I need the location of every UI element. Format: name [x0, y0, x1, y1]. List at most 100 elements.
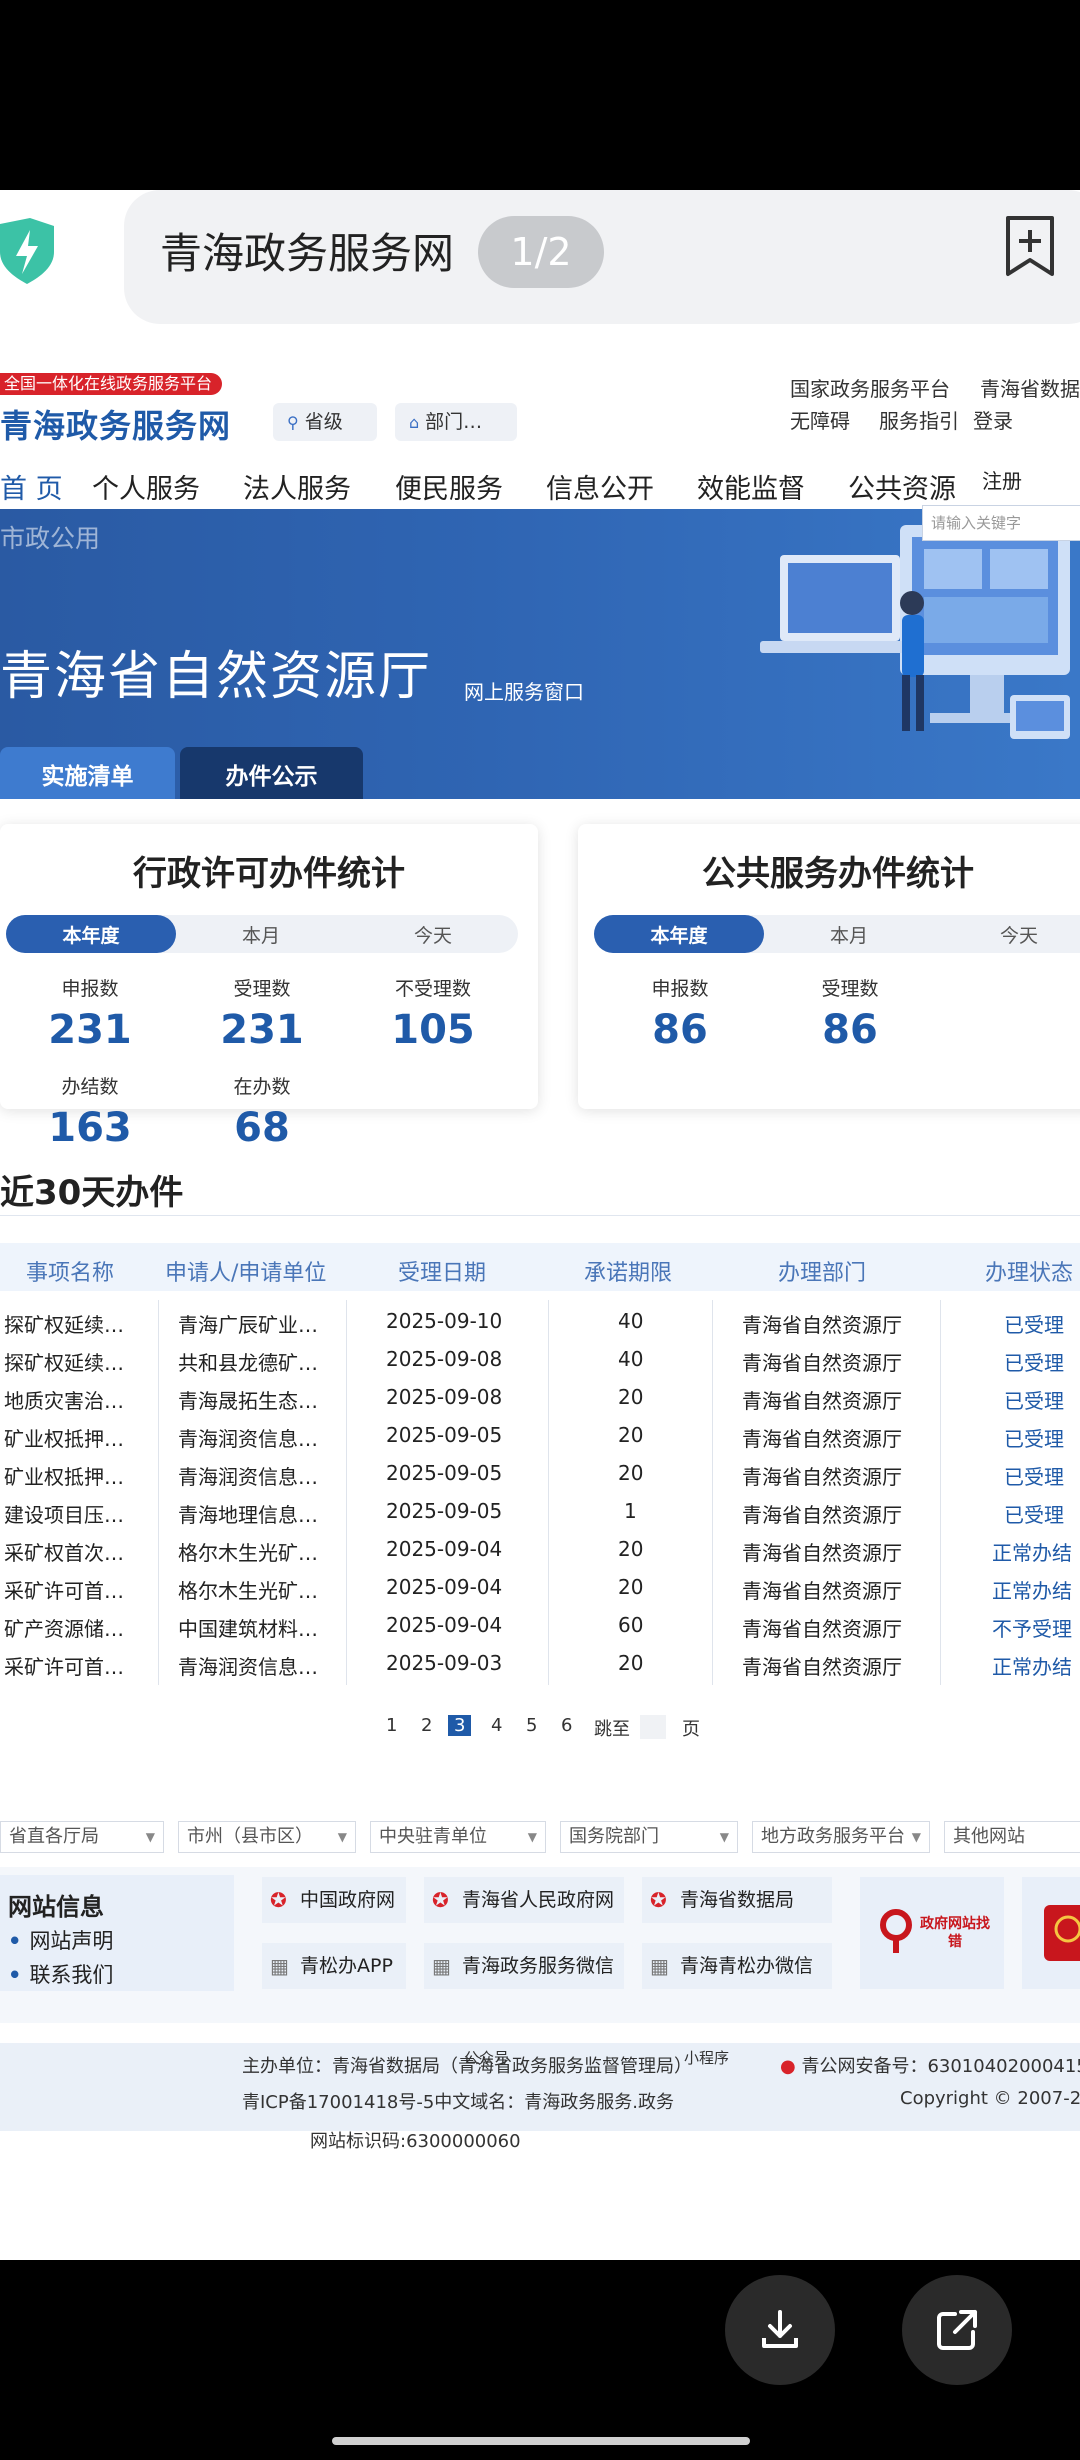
select-other-sites[interactable]: 其他网站	[944, 1821, 1080, 1853]
tab-today[interactable]: 今天	[934, 915, 1080, 953]
police-record: ● 青公网安备号：63010402000415	[780, 2056, 1080, 2077]
link-qingsong-app[interactable]: ▦ 青松办APP	[262, 1943, 406, 1989]
link-qinghai-gov[interactable]: ✪ 青海省人民政府网	[424, 1877, 624, 1923]
banner-title: 青海省自然资源厅	[0, 647, 433, 707]
tab-this-year[interactable]: 本年度	[594, 915, 764, 953]
status-link[interactable]: 正常办结	[992, 1537, 1072, 1566]
nav-register[interactable]: 注册	[982, 465, 1022, 494]
table-row[interactable]: 建设项目压… 青海地理信息… 2025-09-05 1 青海省自然资源厅 已受理	[0, 1491, 1080, 1529]
share-external-icon	[937, 2310, 977, 2350]
hero-banner: 市政公用 青海省自然资源厅 网上服务窗口 实施清单 办件公示	[0, 509, 1080, 799]
table-row[interactable]: 地质灾害治… 青海晟拓生态… 2025-09-08 20 青海省自然资源厅 已受…	[0, 1377, 1080, 1415]
home-indicator[interactable]	[332, 2437, 750, 2445]
select-local-platforms[interactable]: 地方政务服务平台 ▼	[752, 1821, 930, 1853]
stat-rejected: 不受理数 105	[391, 978, 475, 1053]
table-row[interactable]: 矿产资源储… 中国建筑材料… 2025-09-04 60 青海省自然资源厅 不予…	[0, 1605, 1080, 1643]
viewer-header: 青海政务服务网 1/2	[0, 190, 1080, 355]
page-3-current[interactable]: 3	[448, 1715, 472, 1736]
error-report-label: 政府网站找错	[920, 1916, 990, 1950]
tab-this-month[interactable]: 本月	[764, 915, 934, 953]
tab-this-year[interactable]: 本年度	[6, 915, 176, 953]
emblem-icon: ✪	[432, 1888, 449, 1912]
table-row[interactable]: 探矿权延续… 共和县龙德矿… 2025-09-08 40 青海省自然资源厅 已受…	[0, 1339, 1080, 1377]
site-logo[interactable]: 青海政务服务网	[0, 401, 231, 447]
status-link[interactable]: 正常办结	[992, 1575, 1072, 1604]
party-emblem-icon	[1044, 1905, 1080, 1961]
table-row[interactable]: 采矿权首次… 格尔木生光矿… 2025-09-04 20 青海省自然资源厅 正常…	[0, 1529, 1080, 1567]
page-2[interactable]: 2	[421, 1715, 432, 1736]
gov-site-page: 全国一体化在线政务服务平台 青海政务服务网 ⚲ 省级 ⌂ 部门… 国家政务服务平台 …	[0, 355, 1080, 2260]
nav-convenience[interactable]: 便民服务	[395, 467, 503, 506]
link-contact-us[interactable]: • 联系我们	[8, 1959, 113, 1989]
nav-efficiency[interactable]: 效能监督	[697, 467, 805, 506]
download-button[interactable]	[725, 2275, 835, 2385]
nav-home[interactable]: 首 页	[0, 467, 63, 506]
page-5[interactable]: 5	[526, 1715, 537, 1736]
admin-license-stats-card: 行政许可办件统计 本年度 本月 今天 申报数 231 受理数 231 不受理数 …	[0, 824, 538, 1151]
col-department: 办理部门	[778, 1261, 867, 1286]
nav-info-public[interactable]: 信息公开	[546, 467, 654, 506]
card-title: 公共服务办件统计	[702, 854, 974, 894]
department-selector[interactable]: ⌂ 部门…	[395, 403, 517, 441]
table-row[interactable]: 采矿许可首… 格尔木生光矿… 2025-09-04 20 青海省自然资源厅 正常…	[0, 1567, 1080, 1605]
qr-code-icon: ▦	[432, 1954, 451, 1978]
nav-personal[interactable]: 个人服务	[92, 467, 200, 506]
link-service-guide[interactable]: 服务指引	[879, 405, 959, 434]
table-row[interactable]: 采矿许可首… 青海润资信息… 2025-09-03 20 青海省自然资源厅 正常…	[0, 1643, 1080, 1681]
table-row[interactable]: 探矿权延续… 青海广辰矿业… 2025-09-10 40 青海省自然资源厅 已受…	[0, 1301, 1080, 1339]
link-accessibility[interactable]: 无障碍	[790, 405, 850, 434]
bookmark-add-icon[interactable]	[1002, 214, 1058, 278]
site-tagline: 全国一体化在线政务服务平台	[0, 373, 223, 395]
computer-illustration	[760, 525, 1070, 739]
shield-bolt-icon[interactable]	[0, 218, 54, 284]
link-gov-service-wechat[interactable]: ▦ 青海政务服务微信	[424, 1943, 624, 1989]
nav-legal[interactable]: 法人服务	[243, 467, 351, 506]
link-login[interactable]: 登录	[973, 405, 1013, 434]
page-unit-label: 页	[682, 1719, 700, 1740]
jump-label: 跳至	[594, 1719, 630, 1740]
select-central-units[interactable]: 中央驻青单位 ▼	[370, 1821, 546, 1853]
page-4[interactable]: 4	[491, 1715, 502, 1736]
emblem-icon: ✪	[270, 1888, 287, 1912]
status-link[interactable]: 不予受理	[992, 1613, 1072, 1642]
link-site-statement[interactable]: • 网站声明	[8, 1925, 113, 1955]
status-link[interactable]: 正常办结	[992, 1651, 1072, 1680]
page-6[interactable]: 6	[561, 1715, 572, 1736]
tab-case-publicity[interactable]: 办件公示	[180, 747, 363, 799]
tab-today[interactable]: 今天	[348, 915, 518, 953]
col-deadline: 承诺期限	[584, 1261, 673, 1286]
stat-accepted: 受理数 231	[220, 978, 304, 1053]
status-link[interactable]: 已受理	[1004, 1385, 1064, 1414]
status-link[interactable]: 已受理	[1004, 1423, 1064, 1452]
link-national-platform[interactable]: 国家政务服务平台	[790, 373, 950, 402]
page-1[interactable]: 1	[386, 1715, 397, 1736]
nav-public-resources[interactable]: 公共资源	[848, 467, 956, 506]
status-link[interactable]: 已受理	[1004, 1499, 1064, 1528]
gov-site-error-report[interactable]: 政府网站找错	[860, 1877, 1004, 1989]
table-row[interactable]: 矿业权抵押… 青海润资信息… 2025-09-05 20 青海省自然资源厅 已受…	[0, 1453, 1080, 1491]
banner-crumb: 市政公用	[0, 524, 101, 553]
select-state-council[interactable]: 国务院部门 ▼	[560, 1821, 738, 1853]
status-link[interactable]: 已受理	[1004, 1347, 1064, 1376]
party-org-badge[interactable]	[1022, 1877, 1080, 1989]
share-button[interactable]	[902, 2275, 1012, 2385]
link-china-gov[interactable]: ✪ 中国政府网	[262, 1877, 406, 1923]
link-qingsong-wechat[interactable]: ▦ 青海青松办微信	[642, 1943, 832, 1989]
tab-this-month[interactable]: 本月	[176, 915, 346, 953]
status-link[interactable]: 已受理	[1004, 1309, 1064, 1338]
search-input[interactable]: 请输入关键字	[922, 505, 1080, 541]
select-cities[interactable]: 市州（县市区） ▼	[178, 1821, 356, 1853]
jump-page-input[interactable]	[640, 1715, 666, 1739]
status-link[interactable]: 已受理	[1004, 1461, 1064, 1490]
mini-program-label: 小程序	[684, 2049, 730, 2067]
link-qinghai-data[interactable]: 青海省数据	[980, 373, 1080, 402]
table-row[interactable]: 矿业权抵押… 青海润资信息… 2025-09-05 20 青海省自然资源厅 已受…	[0, 1415, 1080, 1453]
link-qinghai-data-bureau[interactable]: ✪ 青海省数据局	[642, 1877, 832, 1923]
tab-implementation-list[interactable]: 实施清单	[0, 747, 175, 799]
qr-code-icon: ▦	[270, 1954, 289, 1978]
province-selector[interactable]: ⚲ 省级	[273, 403, 377, 441]
col-item-name: 事项名称	[26, 1261, 115, 1286]
period-switch: 本年度 本月 今天	[594, 915, 1080, 953]
select-provincial-depts[interactable]: 省直各厅局 ▼	[0, 1821, 164, 1853]
col-status: 办理状态	[985, 1261, 1074, 1286]
